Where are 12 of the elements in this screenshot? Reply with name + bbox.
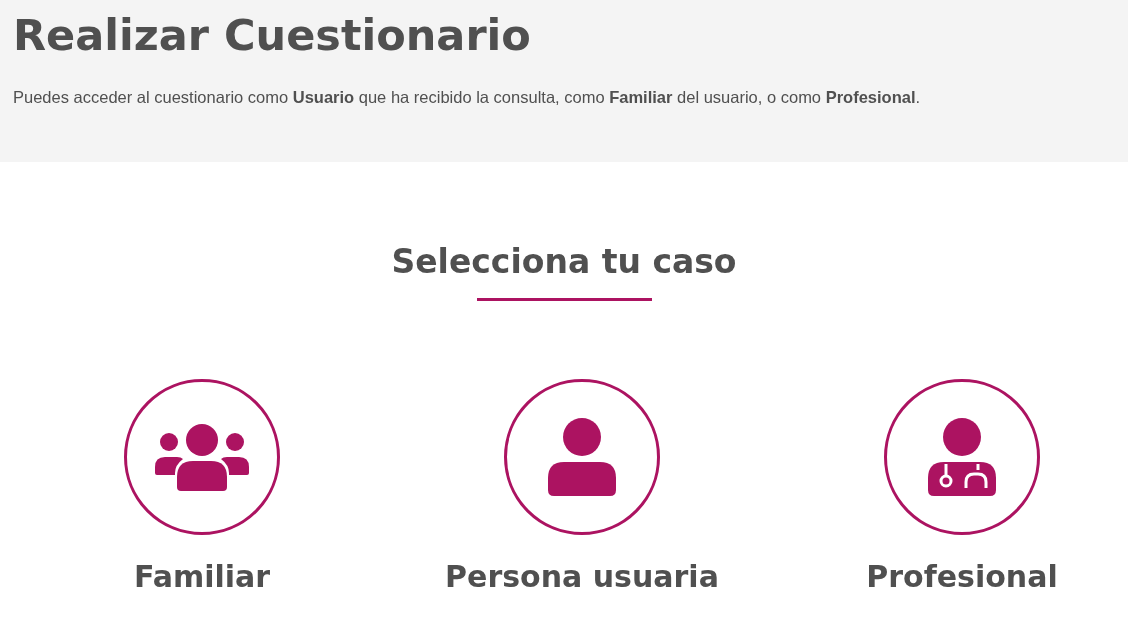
option-button[interactable]: [884, 379, 1040, 535]
page-title: Realizar Cuestionario: [13, 9, 532, 62]
option-label[interactable]: Persona usuaria: [445, 559, 719, 594]
section-heading: Selecciona tu caso: [390, 241, 738, 283]
option-label[interactable]: Profesional: [866, 559, 1058, 594]
option-label[interactable]: Familiar: [133, 559, 271, 594]
intro-text: Puedes acceder al cuestionario como Usuario que ha recibido la consulta, como Familiar del usuario, o como Profesional.: [13, 88, 922, 107]
option-button[interactable]: [504, 379, 660, 535]
option-button[interactable]: [124, 379, 280, 535]
user-icon: [548, 418, 616, 496]
group-icon: [155, 423, 249, 491]
doctor-icon: [928, 418, 996, 496]
